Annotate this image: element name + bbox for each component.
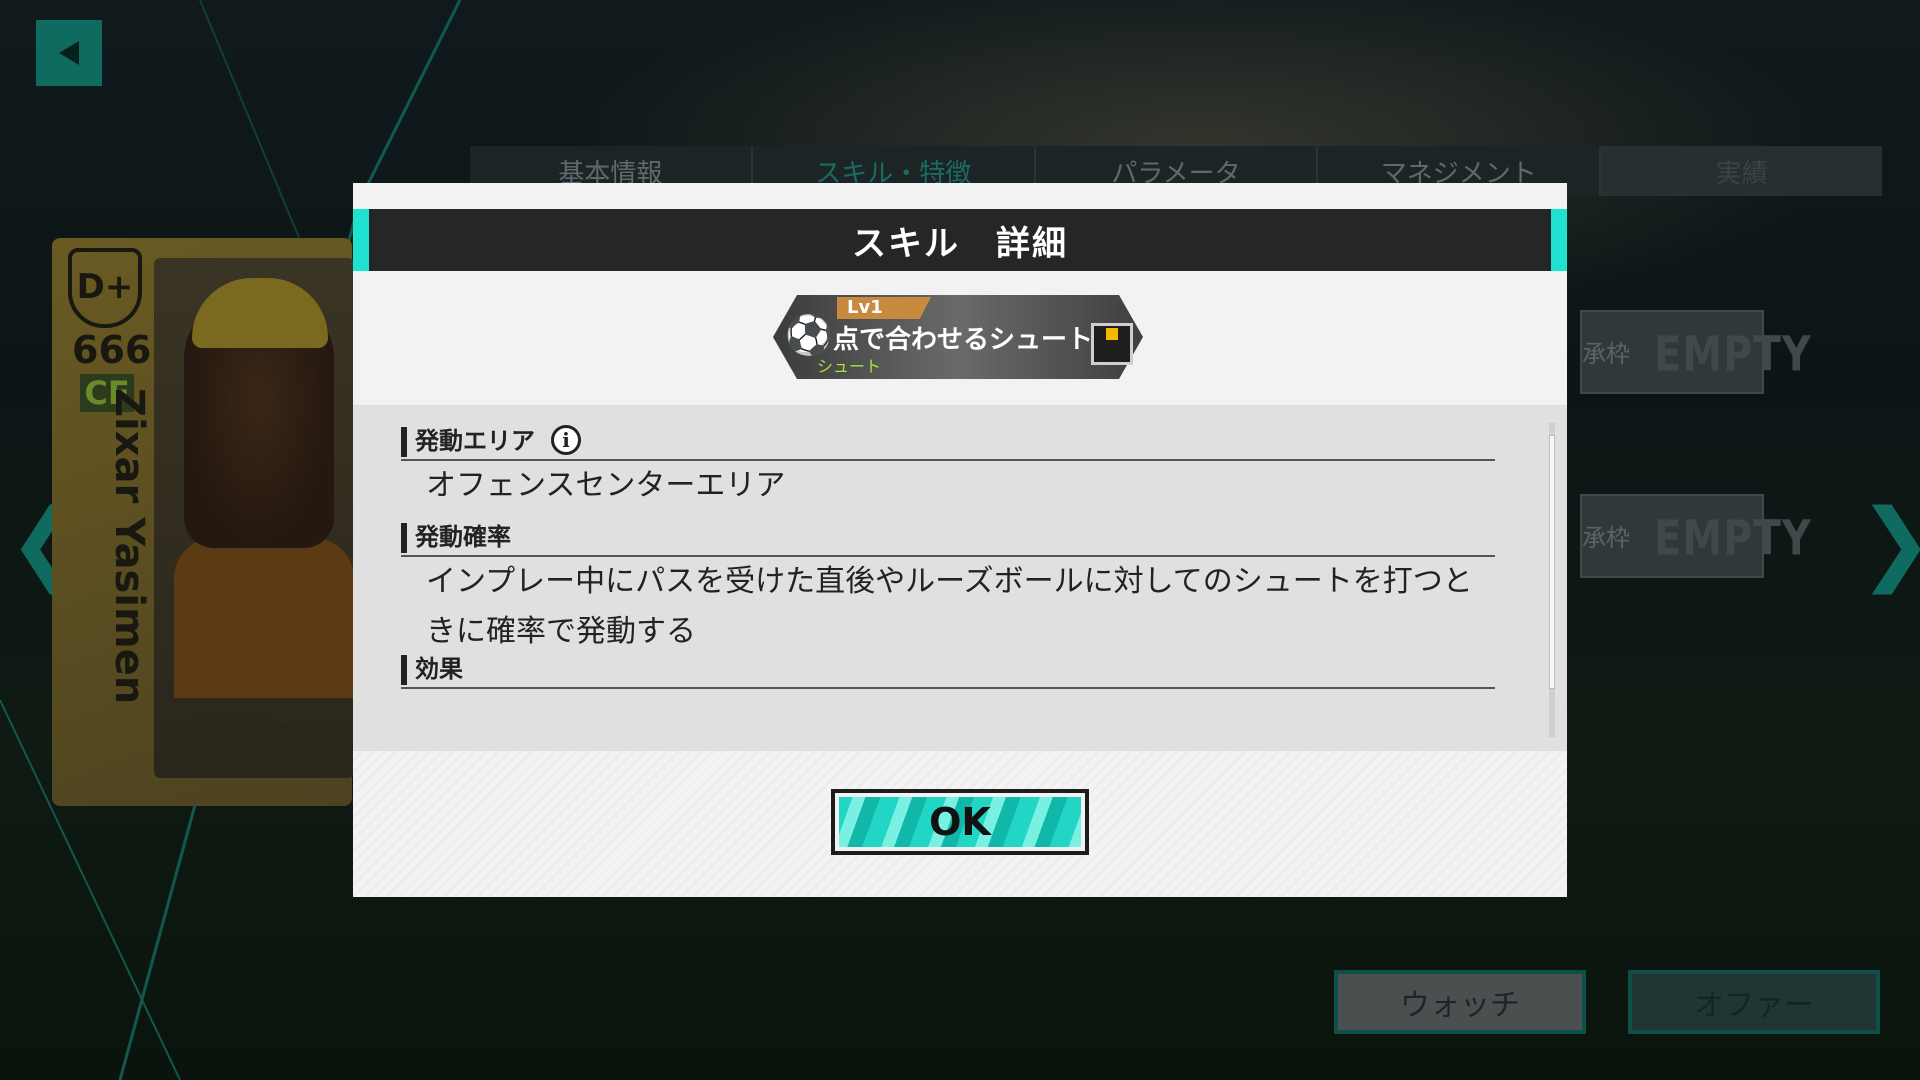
info-icon[interactable]: i	[551, 425, 581, 455]
dialog-title: スキル 詳細	[852, 223, 1068, 264]
skill-name: 点で合わせるシュート	[833, 325, 1094, 355]
dialog-header: スキル 詳細	[353, 209, 1567, 271]
section-text-area: オフェンスセンターエリア	[426, 468, 786, 503]
skill-badge: ⚽ Lv1 点で合わせるシュート シュート	[773, 295, 1143, 379]
back-button[interactable]	[36, 20, 102, 86]
rank-badge: D+	[68, 248, 142, 328]
skill-detail-dialog: スキル 詳細 ⚽ Lv1 点で合わせるシュート シュート 発動エリア i オフェ…	[353, 183, 1567, 897]
player-name: Zixar Yasimen	[106, 388, 152, 705]
next-player-arrow-icon[interactable]: ❯	[1858, 490, 1920, 595]
section-title-effect: 効果	[401, 651, 1495, 689]
section-title-area: 発動エリア i	[401, 423, 1495, 461]
back-arrow-icon	[59, 41, 79, 65]
watch-button[interactable]: ウォッチ	[1334, 970, 1586, 1034]
skill-level: Lv1	[837, 297, 931, 319]
player-shirt	[174, 538, 354, 698]
header-accent-left	[353, 209, 369, 271]
tab-records[interactable]: 実績	[1601, 146, 1882, 196]
slot-label: 承枠	[1582, 340, 1630, 368]
inherit-slot-1[interactable]: 承枠 EMPTY	[1580, 310, 1811, 394]
player-card: D+ 6668 CF Zixar Yasimen 2025 - 2026 ★★★	[52, 238, 354, 806]
section-text-probability: インプレー中にパスを受けた直後やルーズボールに対してのシュートを打つときに確率で…	[426, 564, 1473, 649]
goal-icon	[1091, 323, 1133, 365]
slot-label: 承枠	[1582, 524, 1630, 552]
slot-value: EMPTY	[1654, 511, 1812, 567]
offer-button[interactable]: オファー	[1628, 970, 1880, 1034]
header-accent-right	[1551, 209, 1567, 271]
scrollbar-thumb[interactable]	[1549, 435, 1555, 689]
slot-value: EMPTY	[1654, 327, 1812, 383]
section-title-probability: 発動確率	[401, 519, 1495, 557]
skill-detail-content[interactable]: 発動エリア i オフェンスセンターエリア 発動確率 インプレー中にパスを受けた直…	[353, 405, 1567, 751]
skill-type: シュート	[817, 357, 882, 376]
ok-button[interactable]: OK	[831, 789, 1089, 855]
inherit-slot-2[interactable]: 承枠 EMPTY	[1580, 494, 1811, 578]
star-rating: ★★★	[208, 742, 278, 772]
